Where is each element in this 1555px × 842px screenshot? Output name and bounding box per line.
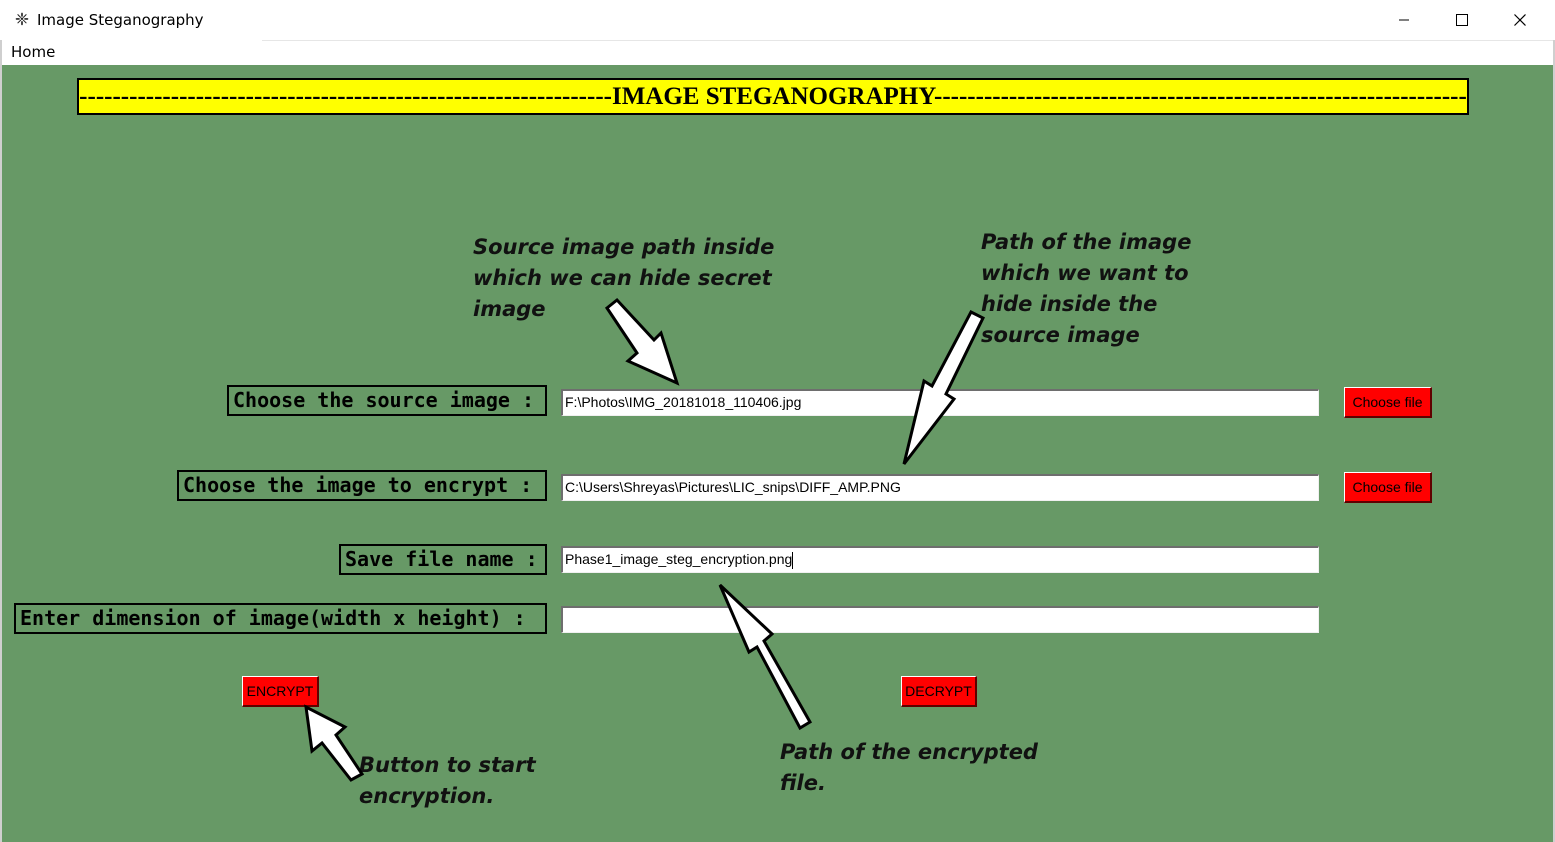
encrypt-image-field[interactable]: C:\Users\Shreyas\Pictures\LIC_snips\DIFF… [561,474,1319,501]
decrypt-button[interactable]: DECRYPT [901,676,977,707]
feather-icon: ❈ [14,10,30,29]
source-image-value: F:\Photos\IMG_20181018_110406.jpg [565,394,802,410]
main-canvas [2,65,1553,842]
choose-encrypt-file-button[interactable]: Choose file [1344,472,1432,503]
maximize-button[interactable] [1433,0,1491,40]
encrypt-image-label: Choose the image to encrypt : [177,470,547,501]
save-file-field[interactable]: Phase1_image_steg_encryption.png [561,546,1319,573]
minimize-button[interactable] [1375,0,1433,40]
close-icon [1514,14,1526,26]
annotation-start-button: Button to start encryption. [359,753,536,808]
source-image-field[interactable]: F:\Photos\IMG_20181018_110406.jpg [561,389,1319,416]
dimension-field[interactable] [561,606,1319,633]
source-image-label: Choose the source image : [227,385,547,416]
menu-home[interactable]: Home [11,43,55,61]
menu-bar: Home [0,40,1555,65]
encrypt-button[interactable]: ENCRYPT [242,676,319,707]
text-caret [792,551,794,569]
save-file-value: Phase1_image_steg_encryption.png [565,551,793,567]
window-title: Image Steganography [37,11,204,29]
close-button[interactable] [1491,0,1549,40]
dimension-label: Enter dimension of image(width x height)… [14,603,547,634]
annotation-encrypted-path: Path of the encrypted file. [780,740,1038,795]
menu-divider [262,40,1555,41]
page-banner: ----------------------------------------… [77,78,1469,115]
save-file-label: Save file name : [339,544,547,575]
choose-source-file-button[interactable]: Choose file [1344,387,1432,418]
annotation-hide-path: Path of the image which we want to hide … [981,230,1192,347]
title-bar: ❈ Image Steganography [0,0,1555,40]
maximize-icon [1456,14,1468,26]
minimize-icon [1399,19,1409,21]
annotation-source-path: Source image path inside which we can hi… [473,235,775,321]
encrypt-image-value: C:\Users\Shreyas\Pictures\LIC_snips\DIFF… [565,479,901,495]
